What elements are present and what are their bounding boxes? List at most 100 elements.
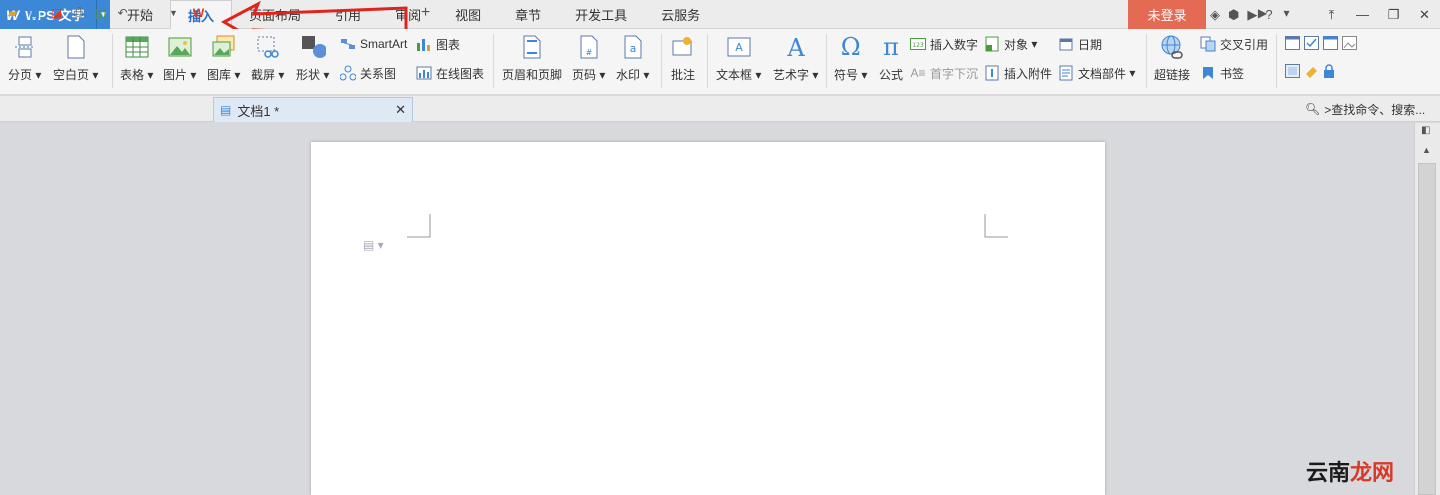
shape-label: 形状 [296, 68, 321, 82]
paste-options-icon[interactable]: ▤ ▾ [363, 238, 384, 252]
doc-parts-button[interactable]: 文档部件 ▾ [1058, 63, 1135, 83]
date-button[interactable]: 日期 [1058, 34, 1102, 54]
upload-icon[interactable]: ⤒ [1316, 0, 1347, 29]
picture-control-icon[interactable] [1342, 36, 1357, 53]
textbox-label: 文本框 [716, 68, 753, 82]
close-icon[interactable]: ✕ [1409, 0, 1440, 29]
drop-cap-button[interactable]: A≡ 首字下沉 [910, 63, 978, 83]
table-button[interactable]: 表格 ▾ [120, 34, 153, 83]
comment-icon [670, 34, 696, 60]
eraser-icon[interactable] [1304, 64, 1319, 81]
smartart-button[interactable]: SmartArt [340, 34, 407, 54]
picture-button[interactable]: 图片 ▾ [163, 34, 196, 83]
gallery-icon [211, 34, 237, 60]
minimize-icon[interactable]: — [1347, 0, 1378, 29]
video-icon[interactable]: ▶ [1254, 4, 1271, 21]
close-tab-icon[interactable]: ✕ [395, 102, 406, 118]
online-chart-button[interactable]: 在线图表 [416, 63, 484, 83]
wordart-button[interactable]: A 艺术字 ▾ [773, 34, 818, 83]
textbox-button[interactable]: A 文本框 ▾ [716, 34, 761, 83]
watermark-part1: 云南 [1306, 460, 1351, 485]
page-break-icon [12, 34, 38, 60]
scroll-up-icon[interactable]: ▲ [1422, 145, 1431, 155]
separator [661, 34, 662, 88]
symbol-label: 符号 [834, 68, 859, 82]
login-button[interactable]: 未登录 [1128, 0, 1206, 29]
screenshot-button[interactable]: 截屏 ▾ [251, 34, 284, 83]
formula-label: 公式 [878, 68, 903, 82]
svg-text:123: 123 [912, 42, 924, 49]
smartart-icon [340, 36, 356, 52]
blank-page-label: 空白页 [53, 68, 90, 82]
svg-text:#: # [585, 48, 592, 57]
cross-ref-icon [1200, 36, 1216, 52]
tab-cloud[interactable]: 云服务 [644, 0, 717, 29]
gallery-button[interactable]: 图库 ▾ [207, 34, 240, 83]
comment-button[interactable]: 批注 [670, 34, 696, 83]
redo-icon[interactable]: ↷ [136, 4, 153, 21]
shape-button[interactable]: 形状 ▾ [296, 34, 329, 83]
wps-home-icon[interactable]: W [190, 4, 207, 21]
title-bar: W WPS 文字 ▼ 开始 插入 页面布局 引用 审阅 视图 章节 开发工具 云… [0, 0, 1440, 30]
header-footer-button[interactable]: 页眉和页脚 [502, 34, 562, 83]
settings-icon[interactable]: ⬢ [1228, 7, 1239, 23]
print-preview-icon[interactable]: ◫ [92, 4, 109, 21]
shape-icon [300, 34, 326, 60]
dropdown-control-icon[interactable] [1323, 36, 1338, 53]
panel-toggle-icon[interactable]: ▾ [1278, 4, 1295, 21]
export-pdf-icon[interactable]: ◪ [48, 4, 65, 21]
restore-icon[interactable]: ❐ [1378, 0, 1409, 29]
lock-icon[interactable] [1323, 64, 1335, 81]
separator [1276, 34, 1277, 88]
print-icon[interactable]: ⎙ [70, 4, 87, 21]
skin-icon[interactable]: ◈ [1210, 7, 1220, 23]
bookmark-icon [1200, 65, 1216, 81]
attachment-button[interactable]: 插入附件 [984, 63, 1052, 83]
formula-button[interactable]: π 公式 [878, 33, 904, 83]
wordart-icon: A [783, 34, 809, 60]
separator [826, 34, 827, 88]
checkbox-control-icon[interactable] [1304, 36, 1319, 53]
new-tab-icon[interactable]: + [417, 4, 434, 21]
relation-label: 关系图 [360, 66, 397, 81]
text-field-icon[interactable] [1285, 36, 1300, 53]
relation-button[interactable]: 关系图 [340, 63, 396, 83]
command-search[interactable]: 🔍︎ >查找命令、搜索... [1305, 96, 1425, 122]
tab-developer[interactable]: 开发工具 [558, 0, 644, 29]
tab-chapter[interactable]: 章节 [498, 0, 558, 29]
chart-button[interactable]: 图表 [416, 34, 460, 54]
symbol-button[interactable]: Ω 符号 ▾ [834, 33, 867, 83]
svg-text:a: a [629, 42, 636, 55]
vertical-scrollbar[interactable]: ◧ ▲ [1414, 123, 1440, 495]
page-break-button[interactable]: 分页 ▾ [8, 34, 41, 83]
blank-page-button[interactable]: 空白页 ▾ [53, 34, 98, 83]
save-icon[interactable]: ▣ [26, 4, 43, 21]
document-tab[interactable]: ▤ 文档1 * ✕ [213, 97, 413, 122]
insert-number-button[interactable]: 123 插入数字 [910, 34, 978, 54]
page-number-button[interactable]: # 页码 ▾ [572, 34, 605, 83]
customize-dropdown-icon[interactable]: ▼ [165, 4, 182, 21]
undo-icon[interactable]: ↶ [114, 4, 131, 21]
split-view-icon[interactable]: ◧ [1421, 125, 1430, 136]
watermark-label: 水印 [616, 68, 641, 82]
doc-parts-icon [1058, 65, 1074, 81]
relation-icon [340, 65, 356, 81]
chart-label: 图表 [436, 37, 461, 52]
open-folder-icon[interactable]: ▰ [4, 4, 21, 21]
drop-cap-label: 首字下沉 [930, 66, 979, 81]
header-footer-icon [519, 34, 545, 60]
bookmark-button[interactable]: 书签 [1200, 63, 1244, 83]
attachment-icon [984, 65, 1000, 81]
watermark-button[interactable]: a 水印 ▾ [616, 34, 649, 83]
shading-icon[interactable] [1285, 64, 1300, 81]
object-button[interactable]: 对象 ▾ [984, 34, 1037, 54]
tab-view[interactable]: 视图 [438, 0, 498, 29]
document-page[interactable]: ▤ ▾ [311, 142, 1105, 495]
gallery-label: 图库 [207, 68, 232, 82]
form-controls-row1 [1285, 36, 1357, 53]
scroll-thumb[interactable] [1418, 163, 1436, 495]
number-icon: 123 [910, 36, 926, 52]
hyperlink-button[interactable]: 超链接 [1154, 34, 1190, 83]
cross-ref-button[interactable]: 交叉引用 [1200, 34, 1268, 54]
doc-parts-label: 文档部件 [1078, 66, 1127, 81]
